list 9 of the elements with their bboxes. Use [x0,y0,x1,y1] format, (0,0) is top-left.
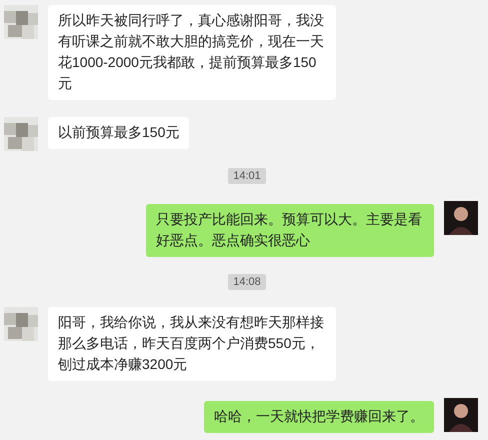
message-bubble: 阳哥，我给你说，我从来没有想昨天那样接那么多电话，昨天百度两个户消费550元，刨过成本净赚3200元 [48,307,336,381]
message-bubble: 哈哈，一天就快把学费赚回来了。 [204,401,434,433]
timestamp: 14:01 [228,168,266,184]
avatar-icon[interactable] [444,398,478,432]
message-bubble: 所以昨天被同行呼了，真心感谢阳哥，我没有听课之前就不敢大胆的搞竞价，现在一天花1000-2000元我都敢，提前预算最多150元 [48,5,336,100]
message-bubble: 只要投产比能回来。预算可以大。主要是看好恶点。恶点确实很恶心 [146,204,434,257]
avatar-icon[interactable] [444,201,478,235]
timestamp: 14:08 [228,274,266,290]
message-bubble: 以前预算最多150元 [48,117,190,149]
